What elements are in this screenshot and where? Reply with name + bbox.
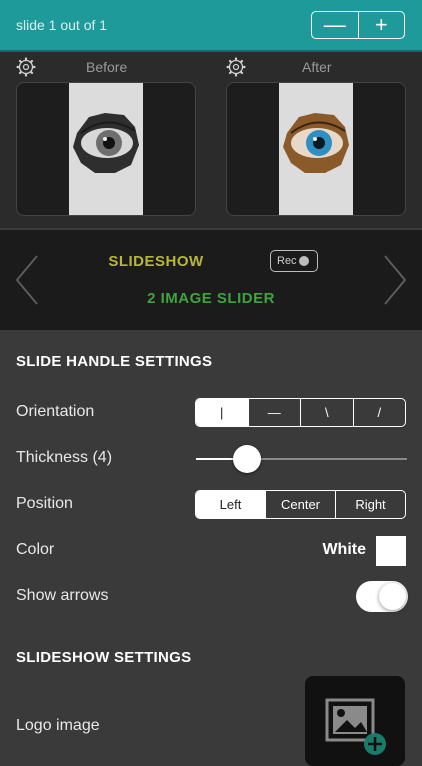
position-label: Position [16,495,73,512]
color-label: Color [16,541,55,558]
slide-counter: slide 1 out of 1 [16,17,108,33]
show-arrows-label: Show arrows [16,587,109,604]
orientation-horizontal-option[interactable]: — [247,399,301,426]
thickness-slider-handle[interactable] [232,445,261,473]
after-settings-gear-icon[interactable] [226,57,246,77]
position-segmented-control: Left Center Right [195,490,406,519]
toggle-knob [379,583,406,610]
orientation-vertical-option[interactable]: | [196,399,248,426]
remove-slide-button[interactable]: — [312,12,358,38]
add-slide-button[interactable]: + [357,12,405,38]
show-arrows-toggle[interactable] [356,581,408,612]
before-settings-gear-icon[interactable] [16,57,36,77]
logo-image-picker[interactable] [305,676,405,766]
logo-image-label: Logo image [16,717,100,734]
image-placeholder-icon [325,698,386,755]
mode-subtitle: 2 IMAGE SLIDER [147,290,275,307]
color-eye-image [283,113,349,173]
slideshow-settings-title: SLIDESHOW SETTINGS [16,649,192,666]
record-button[interactable]: Rec [270,250,318,272]
preview-area: Before After [0,52,422,228]
orientation-label: Orientation [16,403,95,420]
position-right-option[interactable]: Right [335,491,405,518]
color-value[interactable]: White [300,541,366,559]
before-label: Before [86,59,128,75]
position-left-option[interactable]: Left [196,491,265,518]
position-center-option[interactable]: Center [265,491,335,518]
orientation-slash-option[interactable]: / [352,399,406,426]
slide-stepper: — + [311,11,405,39]
orientation-segmented-control: | — \ / [195,398,406,427]
after-label: After [302,59,332,75]
orientation-backslash-option[interactable]: \ [300,399,353,426]
thickness-label: Thickness (4) [16,449,113,466]
record-label: Rec [277,255,297,267]
mode-title: SLIDESHOW [108,253,204,270]
handle-settings-title: SLIDE HANDLE SETTINGS [16,353,213,370]
record-dot-icon [299,256,309,266]
top-bar: slide 1 out of 1 — + [0,0,422,52]
grayscale-eye-image [73,113,139,173]
color-swatch[interactable] [376,536,406,566]
next-mode-chevron-icon[interactable] [380,252,410,308]
after-image[interactable] [226,82,406,216]
before-image[interactable] [16,82,196,216]
mode-selector: SLIDESHOW Rec 2 IMAGE SLIDER [0,230,422,330]
